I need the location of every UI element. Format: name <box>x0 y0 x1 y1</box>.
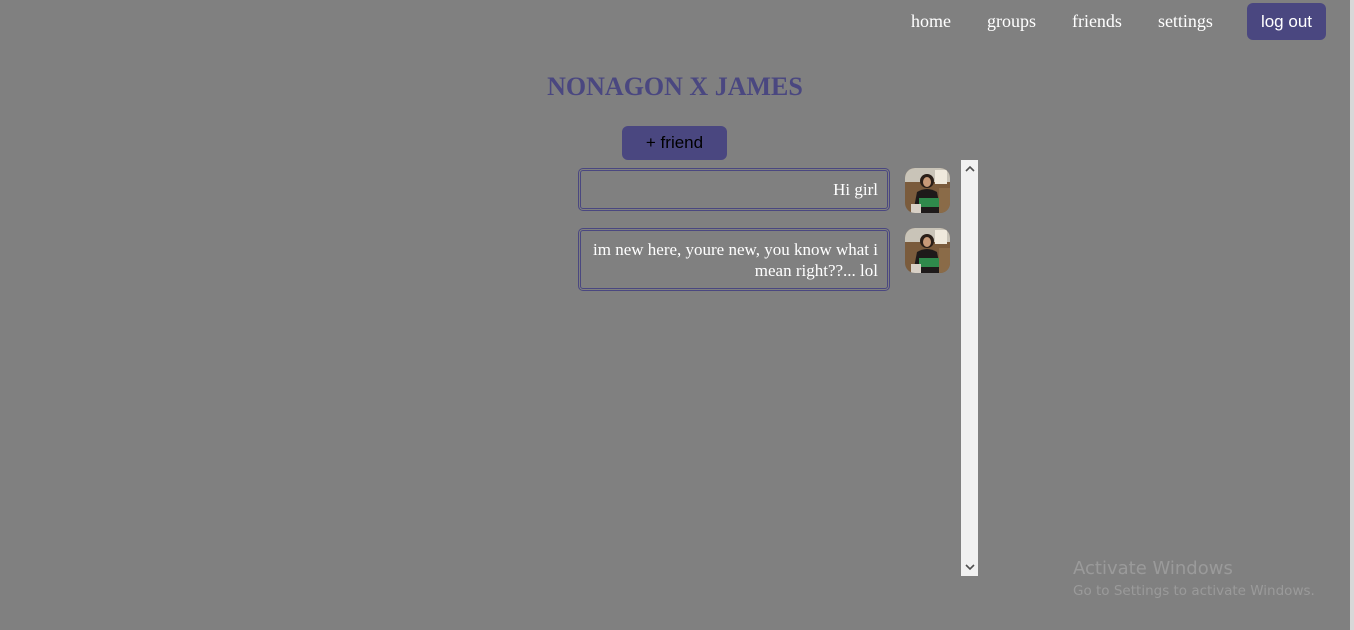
avatar[interactable] <box>905 168 950 213</box>
logout-button[interactable]: log out <box>1246 2 1326 40</box>
nav-settings-link[interactable]: settings <box>1158 2 1213 40</box>
scroll-down-button[interactable] <box>961 559 978 576</box>
chevron-down-icon <box>964 564 975 571</box>
message-bubble: im new here, youre new, you know what i … <box>578 228 890 291</box>
watermark-title: Activate Windows <box>1073 558 1233 579</box>
message-list: Hi girl im new here, youre new, you know… <box>578 160 961 576</box>
chat-window: Hi girl im new here, youre new, you know… <box>578 160 978 576</box>
avatar[interactable] <box>905 228 950 273</box>
page-title: NONAGON X JAMES <box>547 72 803 101</box>
page: home groups friends settings log out NON… <box>0 0 1354 630</box>
user-photo-icon <box>905 168 950 213</box>
nav-home-link[interactable]: home <box>911 2 951 40</box>
scroll-up-button[interactable] <box>961 160 978 177</box>
activate-windows-watermark: Activate Windows Go to Settings to activ… <box>1073 557 1315 601</box>
message-bubble: Hi girl <box>578 168 890 211</box>
chat-scrollbar[interactable] <box>961 160 978 576</box>
top-nav: home groups friends settings log out <box>911 2 1326 40</box>
nav-groups-link[interactable]: groups <box>987 2 1036 40</box>
page-scrollbar[interactable] <box>1350 0 1354 630</box>
watermark-subtitle: Go to Settings to activate Windows. <box>1073 583 1315 599</box>
chevron-up-icon <box>964 165 975 172</box>
user-photo-icon <box>905 228 950 273</box>
nav-friends-link[interactable]: friends <box>1072 2 1122 40</box>
add-friend-button[interactable]: + friend <box>622 126 727 160</box>
